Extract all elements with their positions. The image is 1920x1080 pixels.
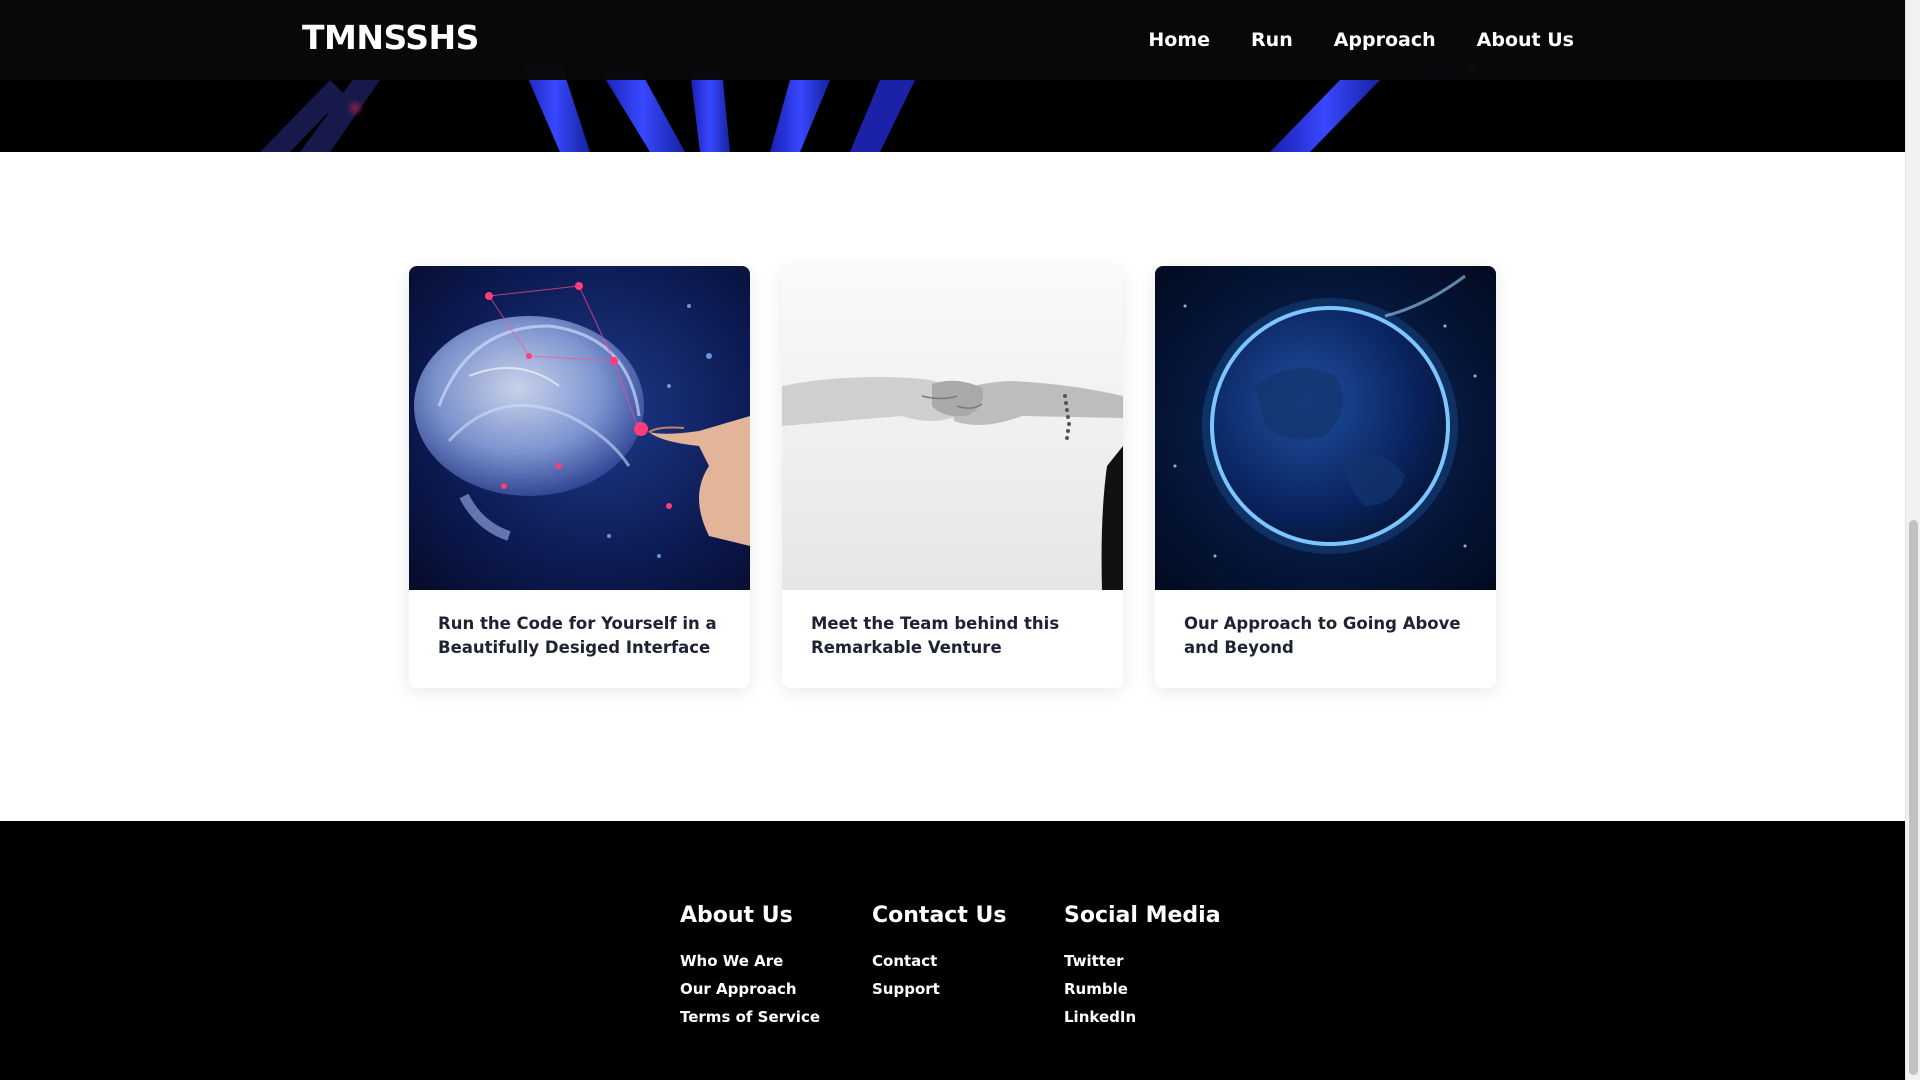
nav-run-link[interactable]: Run	[1251, 29, 1293, 51]
footer-link-contact[interactable]: Contact	[872, 947, 1006, 975]
footer-link-rumble[interactable]: Rumble	[1064, 975, 1221, 1003]
footer-link-who-we-are[interactable]: Who We Are	[680, 947, 820, 975]
card-run-code[interactable]: Run the Code for Yourself in a Beautiful…	[409, 266, 750, 688]
footer-col-contact-us: Contact Us Contact Support	[872, 903, 1006, 1003]
earth-globe-image	[1155, 266, 1496, 590]
card-approach[interactable]: Our Approach to Going Above and Beyond	[1155, 266, 1496, 688]
top-navbar: TMNSSHS Home Run Approach About Us	[0, 0, 1905, 80]
card-title: Meet the Team behind this Remarkable Ven…	[811, 614, 1060, 657]
feature-cards: Run the Code for Yourself in a Beautiful…	[409, 266, 1496, 688]
main-nav: Home Run Approach About Us	[1107, 29, 1574, 51]
page: TMNSSHS Home Run Approach About Us Run t…	[0, 0, 1905, 1080]
site-footer: About Us Who We Are Our Approach Terms o…	[0, 821, 1905, 1080]
handshake-image	[782, 266, 1123, 590]
nav-approach-link[interactable]: Approach	[1334, 29, 1436, 51]
brain-hand-image	[409, 266, 750, 590]
footer-link-twitter[interactable]: Twitter	[1064, 947, 1221, 975]
brand-logo[interactable]: TMNSSHS	[302, 18, 479, 57]
nav-about-us-link[interactable]: About Us	[1477, 29, 1574, 51]
scrollbar-thumb[interactable]	[1909, 520, 1918, 1075]
footer-col-social-media: Social Media Twitter Rumble LinkedIn	[1064, 903, 1221, 1031]
footer-heading: About Us	[680, 903, 793, 928]
footer-link-linkedin[interactable]: LinkedIn	[1064, 1003, 1221, 1031]
footer-heading: Contact Us	[872, 903, 1007, 928]
card-title: Our Approach to Going Above and Beyond	[1184, 614, 1461, 657]
page-scrollbar[interactable]	[1905, 0, 1920, 1080]
nav-home-link[interactable]: Home	[1148, 29, 1210, 51]
card-title: Run the Code for Yourself in a Beautiful…	[438, 614, 717, 657]
footer-link-support[interactable]: Support	[872, 975, 1006, 1003]
footer-col-about-us: About Us Who We Are Our Approach Terms o…	[680, 903, 820, 1031]
footer-link-our-approach[interactable]: Our Approach	[680, 975, 820, 1003]
card-meet-team[interactable]: Meet the Team behind this Remarkable Ven…	[782, 266, 1123, 688]
footer-heading: Social Media	[1064, 903, 1221, 928]
footer-link-terms-of-service[interactable]: Terms of Service	[680, 1003, 820, 1031]
